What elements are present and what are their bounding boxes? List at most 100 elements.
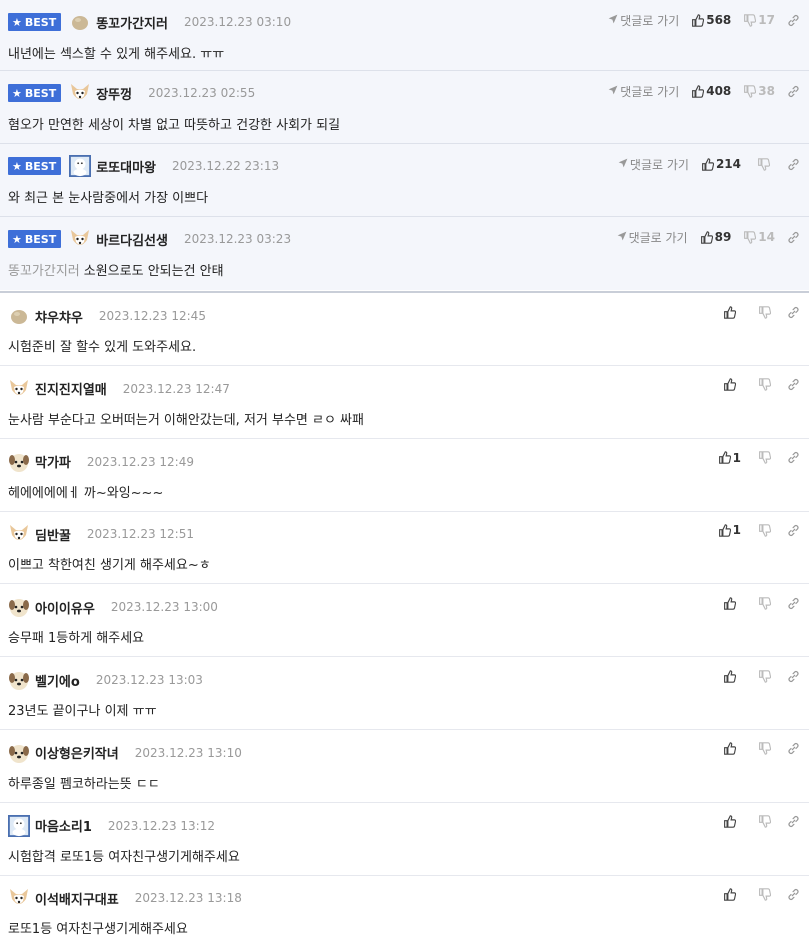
nickname[interactable]: 챠우챠우: [35, 307, 83, 326]
goto-comment-link[interactable]: 댓글로 가기: [617, 229, 688, 246]
comment-row: 이석배지구대표 2023.12.23 13:18 로또1등 여자친구생기게해주세요: [0, 875, 809, 938]
comment-text: 와 최근 본 눈사람중에서 가장 이쁘다: [8, 187, 208, 206]
link-icon[interactable]: [787, 597, 800, 610]
downvote-button[interactable]: [753, 451, 775, 464]
downvote-button[interactable]: [753, 524, 775, 537]
avatar[interactable]: [8, 378, 30, 400]
upvote-button[interactable]: [719, 669, 741, 683]
nickname[interactable]: 막가파: [35, 452, 71, 471]
upvote-button[interactable]: [719, 742, 741, 756]
goto-comment-link[interactable]: 댓글로 가기: [618, 156, 689, 173]
best-comment-row: ★ BEST 장뚜껑 2023.12.23 02:55 혐오가 만연한 세상이 차별 …: [0, 71, 809, 144]
comment-text: 23년도 끝이구나 이제 ㅠㅠ: [8, 704, 157, 719]
best-badge-label: BEST: [24, 15, 57, 29]
upvote-button[interactable]: 214: [701, 157, 741, 171]
link-icon[interactable]: [787, 451, 800, 464]
avatar[interactable]: [8, 814, 30, 837]
avatar[interactable]: [8, 742, 30, 764]
comment-text: 시험준비 잘 할수 있게 도와주세요.: [8, 340, 197, 355]
comment-actions: 댓글로 가기 214: [618, 154, 800, 174]
downvote-button[interactable]: [753, 157, 775, 171]
thumbs-down-icon: [758, 378, 771, 392]
downvote-button[interactable]: [753, 669, 775, 683]
thumbs-up-icon: [723, 888, 736, 901]
nickname[interactable]: 똥꼬가간지러: [96, 13, 168, 32]
upvote-button[interactable]: [719, 305, 741, 319]
downvote-button[interactable]: [753, 815, 775, 828]
nickname[interactable]: 진지진지열매: [35, 379, 107, 398]
upvote-button[interactable]: 1: [718, 451, 741, 465]
downvote-button[interactable]: [753, 305, 775, 319]
nickname[interactable]: 바르다김선생: [96, 230, 168, 249]
link-icon[interactable]: [787, 231, 800, 244]
link-icon[interactable]: [787, 14, 800, 27]
best-comment-row: ★ BEST 로또대마왕 2023.12.22 23:13 와 최근 본 눈사람중에서…: [0, 144, 809, 217]
comment-actions: 1: [718, 448, 800, 468]
downvote-count: 38: [758, 84, 775, 98]
goto-comment-label: 댓글로 가기: [629, 157, 689, 172]
thumbs-down-icon: [743, 230, 757, 244]
thumbs-down-icon: [758, 815, 771, 828]
comment-body: 내년에는 섹스할 수 있게 해주세요. ㅠㅠ: [8, 47, 225, 62]
avatar[interactable]: [69, 11, 91, 33]
upvote-button[interactable]: 408: [691, 84, 731, 98]
reply-mention[interactable]: 똥꼬가간지러: [8, 264, 80, 279]
upvote-button[interactable]: [719, 815, 741, 828]
link-icon[interactable]: [787, 815, 800, 828]
nickname[interactable]: 벨기에o: [35, 671, 80, 690]
upvote-button[interactable]: [719, 888, 741, 901]
downvote-button[interactable]: 17: [743, 13, 775, 27]
comment-text: 이쁘고 착한여친 생기게 해주세요~ㅎ: [8, 558, 211, 574]
link-icon[interactable]: [787, 742, 800, 755]
upvote-count: 568: [706, 13, 732, 27]
best-badge-label: BEST: [24, 86, 57, 100]
nickname[interactable]: 로또대마왕: [96, 157, 156, 176]
downvote-button[interactable]: [753, 596, 775, 610]
avatar[interactable]: [69, 228, 91, 250]
nickname[interactable]: 마음소리1: [35, 816, 92, 835]
comment-text: 내년에는 섹스할 수 있게 해주세요. ㅠㅠ: [8, 43, 224, 62]
best-badge-label: BEST: [24, 159, 57, 173]
goto-comment-link[interactable]: 댓글로 가기: [608, 12, 679, 29]
downvote-button[interactable]: [753, 378, 775, 392]
link-icon[interactable]: [787, 158, 800, 171]
avatar[interactable]: [8, 596, 30, 618]
downvote-button[interactable]: [753, 742, 775, 756]
upvote-button[interactable]: 568: [691, 13, 731, 27]
avatar[interactable]: [8, 523, 30, 545]
link-icon[interactable]: [787, 888, 800, 901]
upvote-button[interactable]: [719, 378, 741, 392]
nickname[interactable]: 이상형은키작녀: [35, 743, 119, 762]
arrow-icon: [618, 157, 628, 171]
link-icon[interactable]: [787, 378, 800, 391]
nickname[interactable]: 이석배지구대표: [35, 889, 119, 908]
star-icon: ★: [12, 232, 22, 246]
avatar[interactable]: [8, 669, 30, 691]
nickname[interactable]: 장뚜껑: [96, 84, 132, 103]
avatar[interactable]: [8, 451, 30, 473]
nickname[interactable]: 아이이유우: [35, 598, 95, 617]
link-icon[interactable]: [787, 85, 800, 98]
downvote-button[interactable]: [753, 888, 775, 901]
upvote-button[interactable]: 89: [700, 230, 731, 244]
comment-body: 와 최근 본 눈사람중에서 가장 이쁘다: [8, 191, 209, 206]
link-icon[interactable]: [787, 524, 800, 537]
link-icon[interactable]: [787, 670, 800, 683]
upvote-button[interactable]: 1: [718, 523, 741, 537]
thumbs-up-icon: [700, 230, 713, 244]
best-badge: ★ BEST: [8, 230, 62, 248]
downvote-button[interactable]: 38: [743, 84, 775, 98]
avatar[interactable]: [8, 887, 30, 909]
nickname[interactable]: 딤반꿀: [35, 525, 71, 544]
avatar[interactable]: [8, 305, 30, 327]
avatar[interactable]: [69, 82, 91, 104]
comment-actions: [719, 375, 800, 395]
upvote-count: 408: [706, 84, 732, 98]
goto-comment-link[interactable]: 댓글로 가기: [608, 83, 679, 100]
upvote-button[interactable]: [719, 596, 741, 610]
link-icon[interactable]: [787, 306, 800, 319]
thumbs-down-icon: [758, 524, 771, 537]
comment-text: 시험합격 로또1등 여자친구생기게해주세요: [8, 849, 240, 865]
downvote-button[interactable]: 14: [743, 230, 775, 244]
avatar[interactable]: [69, 155, 92, 177]
